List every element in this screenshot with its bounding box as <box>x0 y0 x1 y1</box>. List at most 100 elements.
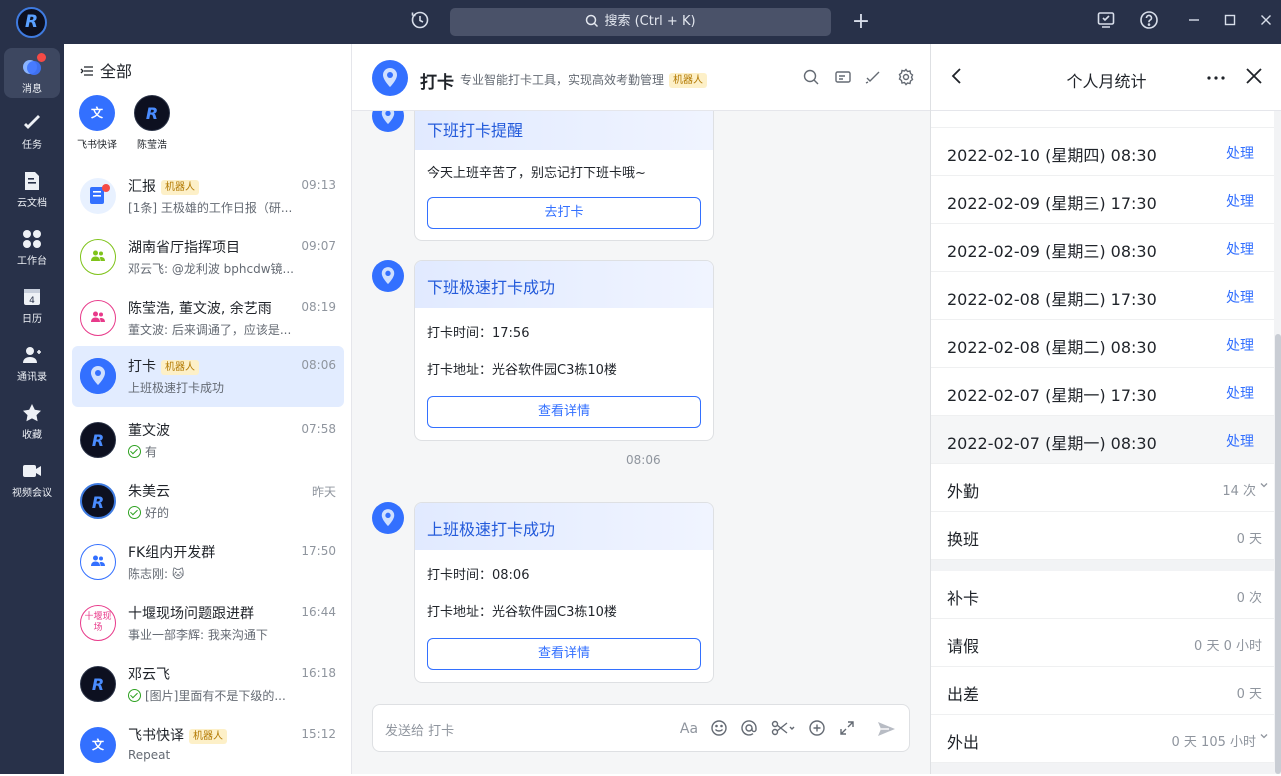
time-divider: 08:06 <box>626 453 661 467</box>
chevron-down-icon <box>1258 479 1270 495</box>
stat-label: 外勤 <box>947 482 980 501</box>
record-datetime: 2022-02-08 (星期二) 17:30 <box>947 290 1157 309</box>
record-row: 2022-02-09 (星期三) 08:30 处理 <box>931 224 1274 272</box>
handle-link[interactable]: 处理 <box>1226 287 1254 307</box>
report-bot-avatar <box>80 178 116 214</box>
conversation-item[interactable]: 文 飞书快译 机器人 15:12 Repeat <box>72 715 344 776</box>
pen-icon[interactable] <box>864 68 882 86</box>
bot-avatar <box>372 502 404 534</box>
stat-value: 0 天 0 小时 <box>1194 639 1262 654</box>
nav-contacts[interactable]: 通讯录 <box>4 338 60 388</box>
record-datetime: 2022-02-08 (星期二) 08:30 <box>947 338 1157 357</box>
partial-row <box>931 111 1274 128</box>
workbench-icon <box>23 230 41 248</box>
conversation-item[interactable]: 十堰现场 十堰现场问题跟进群 16:44 事业一部李辉: 我来沟通下 <box>72 593 344 654</box>
nav-docs[interactable]: 云文档 <box>4 164 60 214</box>
stat-row-field[interactable]: 外勤 14 次 <box>931 464 1274 512</box>
conversation-item[interactable]: 湖南省厅指挥项目 09:07 邓云飞: @龙利波 bphcdw镜... <box>72 227 344 288</box>
handle-link[interactable]: 处理 <box>1226 143 1254 163</box>
plus-icon[interactable]: + <box>849 10 873 34</box>
minimize-icon[interactable] <box>1182 10 1206 34</box>
message-input[interactable]: 发送给 打卡 Aa <box>372 704 910 752</box>
conversation-item[interactable]: R 董文波 07:58 有 <box>72 410 344 471</box>
mention-icon[interactable] <box>739 719 759 739</box>
view-details-button[interactable]: 查看详情 <box>427 638 701 670</box>
pinned-item[interactable]: R 陈莹浩 <box>130 95 174 151</box>
record-datetime: 2022-02-09 (星期三) 08:30 <box>947 242 1157 261</box>
stat-row-trip: 出差 0 天 <box>931 667 1274 715</box>
conversation-name: 打卡 机器人 <box>128 356 199 376</box>
nav-calendar[interactable]: 4 日历 <box>4 280 60 330</box>
send-icon[interactable] <box>876 719 896 739</box>
nav-favorites[interactable]: 收藏 <box>4 396 60 446</box>
conversation-name: 邓云飞 <box>128 667 170 683</box>
search-chat-icon[interactable] <box>802 68 820 86</box>
screenshot-icon[interactable] <box>771 719 797 739</box>
handle-link[interactable]: 处理 <box>1226 191 1254 211</box>
checkin-button[interactable]: 去打卡 <box>427 197 701 229</box>
nav-label: 消息 <box>22 84 42 95</box>
user-avatar: R <box>80 483 116 519</box>
nav-label: 云文档 <box>17 198 47 209</box>
emoji-icon[interactable] <box>709 719 729 739</box>
close-panel-icon[interactable] <box>1245 66 1263 90</box>
conversation-item-selected[interactable]: 打卡 机器人 08:06 上班极速打卡成功 <box>72 346 344 407</box>
read-check-icon <box>128 445 141 458</box>
handle-link[interactable]: 处理 <box>1226 335 1254 355</box>
nav-label: 任务 <box>22 140 42 151</box>
nav-label: 工作台 <box>17 256 47 267</box>
conversation-name: 湖南省厅指挥项目 <box>128 240 240 256</box>
conversation-preview: [图片]里面有不是下级的... <box>128 687 328 704</box>
handle-link[interactable]: 处理 <box>1226 239 1254 259</box>
conversation-name: 十堰现场问题跟进群 <box>128 606 254 622</box>
stat-row-outing[interactable]: 外出 0 天 105 小时 <box>931 715 1274 763</box>
history-icon[interactable] <box>408 10 432 34</box>
monthly-stats-panel: 2022-02-10 (星期四) 08:30 处理 2022-02-09 (星期三… <box>930 44 1281 774</box>
nav-video-meeting[interactable]: 视频会议 <box>4 454 60 504</box>
nav-label: 日历 <box>22 314 42 325</box>
conversation-preview: 上班极速打卡成功 <box>128 381 225 395</box>
add-circle-icon[interactable] <box>807 719 827 739</box>
group-avatar: 十堰现场 <box>80 605 116 641</box>
conversation-item[interactable]: R 朱美云 昨天 好的 <box>72 471 344 532</box>
conversation-item[interactable]: FK组内开发群 17:50 陈志刚: 🐱 <box>72 532 344 593</box>
stat-label: 换班 <box>947 530 980 549</box>
stat-label: 补卡 <box>947 589 980 608</box>
conversation-preview: 事业一部李辉: 我来沟通下 <box>128 628 268 642</box>
record-datetime: 2022-02-07 (星期一) 17:30 <box>947 386 1157 405</box>
stat-value: 14 次 <box>1222 484 1256 499</box>
card-text: 打卡地址：光谷软件园C3栋10楼 <box>427 363 617 378</box>
panel-header: 个人月统计 <box>931 44 1281 111</box>
handle-link[interactable]: 处理 <box>1226 383 1254 403</box>
scrollbar[interactable] <box>1275 334 1281 774</box>
conversation-item[interactable]: R 邓云飞 16:18 [图片]里面有不是下级的... <box>72 654 344 715</box>
expand-icon[interactable] <box>837 719 857 739</box>
conversation-item[interactable]: 汇报 机器人 09:13 [1条] 王极雄的工作日报（研... <box>72 166 344 227</box>
card-text: 打卡时间：08:06 <box>427 568 530 583</box>
chat-header: 打卡 专业智能打卡工具，实现高效考勤管理 机器人 <box>352 44 930 111</box>
message-card: 下班打卡提醒 今天上班辛苦了，别忘记打下班卡哦~ 去打卡 <box>414 102 714 241</box>
maximize-icon[interactable] <box>1218 10 1242 34</box>
title-bar: R 搜索 (Ctrl + K) + <box>0 0 1281 44</box>
card-icon[interactable] <box>834 68 852 86</box>
close-window-icon[interactable] <box>1254 10 1278 34</box>
handle-link[interactable]: 处理 <box>1226 431 1254 451</box>
user-avatar: R <box>80 422 116 458</box>
nav-tasks[interactable]: 任务 <box>4 106 60 156</box>
font-format-icon[interactable]: Aa <box>679 719 699 739</box>
help-icon[interactable] <box>1137 10 1161 34</box>
user-avatar: R <box>134 95 170 131</box>
view-details-button[interactable]: 查看详情 <box>427 396 701 428</box>
conversation-item[interactable]: 陈莹浩, 董文波, 余艺雨 08:19 董文波: 后来调通了，应该是... <box>72 288 344 349</box>
list-header[interactable]: 全部 <box>80 58 132 82</box>
more-icon[interactable] <box>1206 64 1226 89</box>
nav-workbench[interactable]: 工作台 <box>4 222 60 272</box>
task-screen-icon[interactable] <box>1094 10 1118 34</box>
pinned-item[interactable]: 文 飞书快译 <box>75 95 119 151</box>
search-bar[interactable]: 搜索 (Ctrl + K) <box>450 8 831 36</box>
search-icon <box>586 14 599 28</box>
stat-value: 0 天 <box>1236 532 1262 547</box>
conversation-time: 16:18 <box>301 666 336 680</box>
settings-icon[interactable] <box>897 68 915 86</box>
nav-messages[interactable]: 消息 <box>4 48 60 98</box>
